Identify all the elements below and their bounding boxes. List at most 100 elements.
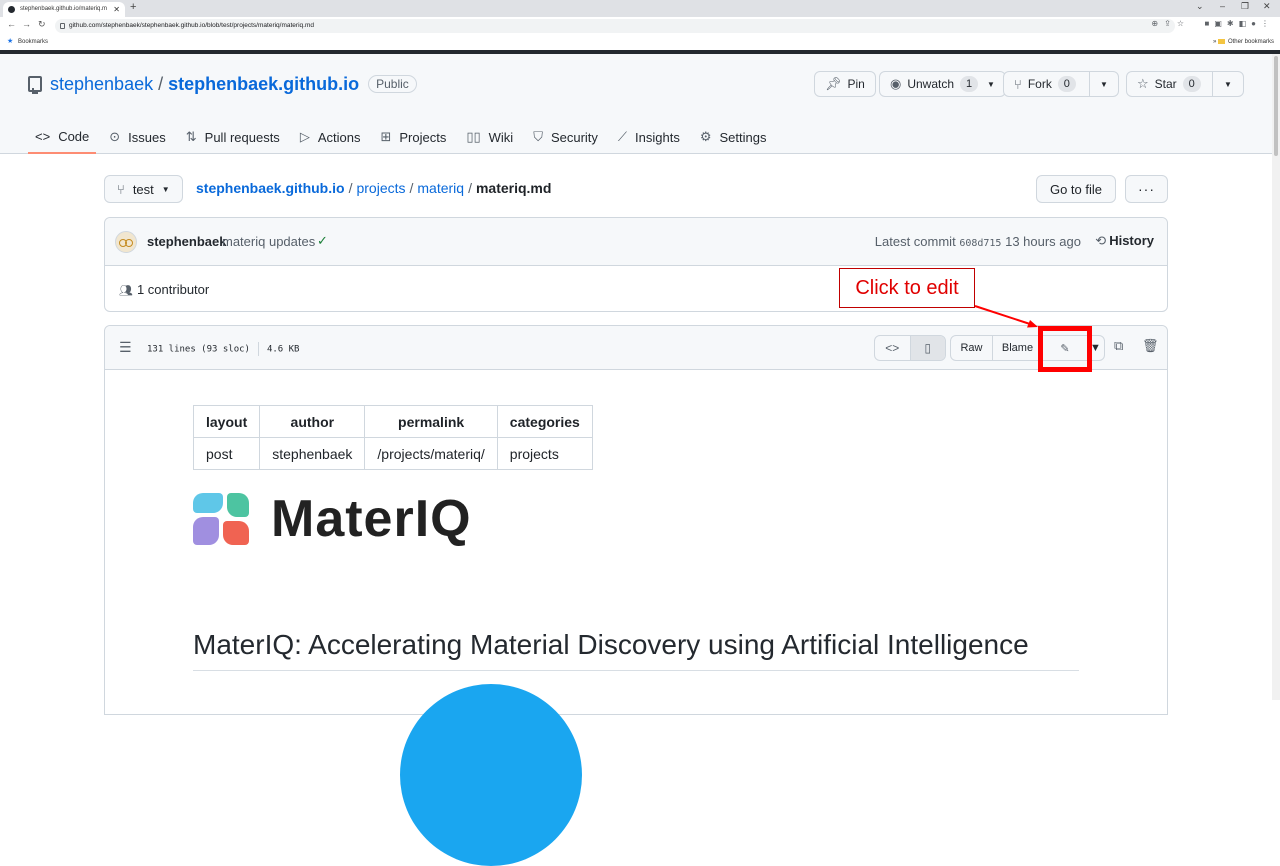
page-scrollbar[interactable] xyxy=(1272,54,1280,700)
crumb-projects[interactable]: projects xyxy=(356,180,405,196)
branch-selector[interactable]: ⑂ test ▼ xyxy=(104,175,183,203)
contributors-link[interactable]: 👥︎ 1 contributor xyxy=(119,282,209,297)
markdown-heading: MaterIQ: Accelerating Material Discovery… xyxy=(193,629,1079,671)
bookmarks-label[interactable]: Bookmarks xyxy=(18,35,48,49)
eye-icon: ◉ xyxy=(890,76,902,91)
tab-strip: stephenbaek.github.io/materiq.m ✕ + ⌄ – … xyxy=(0,0,1280,17)
bookmarks-bar: ★ Bookmarks » Other bookmarks xyxy=(0,35,1280,49)
tab-code[interactable]: <> Code xyxy=(28,120,97,154)
commit-sha[interactable]: 608d715 xyxy=(959,238,1001,249)
reload-icon[interactable]: ↻ xyxy=(38,19,46,30)
unwatch-count: 1 xyxy=(960,76,979,92)
browser-tab[interactable]: stephenbaek.github.io/materiq.m ✕ xyxy=(3,2,125,17)
people-icon: 👥︎ xyxy=(119,285,133,297)
minimize-icon[interactable]: – xyxy=(1220,1,1225,11)
branch-icon: ⑂ xyxy=(117,181,125,197)
book-icon: ▯▯ xyxy=(466,129,481,144)
new-tab-icon[interactable]: + xyxy=(130,1,136,13)
table-icon: ⊞ xyxy=(380,129,392,144)
chevron-down-icon: ▼ xyxy=(987,79,995,89)
line-count: 131 lines (93 sloc) xyxy=(147,344,250,355)
fork-icon: ⑂ xyxy=(1014,76,1022,92)
crumb-repo[interactable]: stephenbaek.github.io xyxy=(196,180,345,196)
visibility-badge: Public xyxy=(368,75,417,93)
pin-button[interactable]: 📌︎ Pin xyxy=(814,71,876,97)
table-header-row: layout author permalink categories xyxy=(192,405,593,438)
back-icon[interactable]: ← xyxy=(7,19,16,29)
fork-label: Fork xyxy=(1027,77,1052,91)
source-view-icon[interactable]: <> xyxy=(875,336,910,360)
address-bar[interactable]: github.com/stephenbaek/stephenbaek.githu… xyxy=(55,19,1175,33)
repo-nav: <> Code ⊙ Issues ⇅ Pull requests ▷ Actions ⊞… xyxy=(28,120,779,154)
avatar[interactable] xyxy=(115,231,137,253)
tab-title: stephenbaek.github.io/materiq.m xyxy=(20,6,108,12)
branch-name: test xyxy=(132,181,154,197)
star-dropdown-button[interactable]: ▼ xyxy=(1212,71,1244,97)
latest-commit-info: Latest commit 608d715 13 hours ago xyxy=(875,234,1081,249)
tab-issues-label: Issues xyxy=(128,129,166,145)
repo-header: stephenbaek / stephenbaek.github.io Publ… xyxy=(0,54,1272,154)
history-link[interactable]: ⟲ History xyxy=(1095,233,1154,249)
star-icon: ☆ xyxy=(1137,76,1149,91)
tab-security[interactable]: ⛉ Security xyxy=(526,120,605,154)
fork-button[interactable]: ⑂ Fork 0 xyxy=(1003,71,1090,97)
bookmark-star-icon: ★ xyxy=(7,38,14,45)
blame-button[interactable]: Blame xyxy=(993,336,1043,360)
tab-insights[interactable]: ⟋ Insights xyxy=(611,120,687,154)
tab-actions-label: Actions xyxy=(317,129,361,145)
crumb-materiq[interactable]: materiq xyxy=(417,180,464,196)
star-count: 0 xyxy=(1182,76,1201,92)
repo-name-link[interactable]: stephenbaek.github.io xyxy=(168,74,359,95)
lock-icon xyxy=(60,23,65,29)
extension-icons[interactable]: ■▣✱◧●⋮ xyxy=(1205,19,1274,28)
restore-icon[interactable]: ❐ xyxy=(1241,1,1249,12)
scrollbar-thumb[interactable] xyxy=(1274,56,1278,156)
file-info: 131 lines (93 sloc) 4.6 KB xyxy=(147,342,299,356)
tab-actions[interactable]: ▷ Actions xyxy=(293,120,368,154)
unwatch-button[interactable]: ◉ Unwatch 1 ▼ xyxy=(879,71,1006,97)
tab-settings[interactable]: ⚙ Settings xyxy=(693,120,774,154)
repo-separator: / xyxy=(158,73,164,94)
logo-text: MaterIQ xyxy=(271,490,472,548)
history-label: History xyxy=(1109,233,1154,248)
raw-button[interactable]: Raw xyxy=(951,336,993,360)
tab-pull-requests[interactable]: ⇅ Pull requests xyxy=(179,120,287,154)
tab-code-label: Code xyxy=(58,128,90,144)
outline-icon[interactable]: ☰ xyxy=(119,339,132,356)
trash-icon[interactable]: 🗑︎ xyxy=(1142,338,1159,354)
tab-search-icon[interactable]: ⌄ xyxy=(1196,1,1204,12)
tab-wiki[interactable]: ▯▯ Wiki xyxy=(459,120,520,154)
code-icon: <> xyxy=(35,128,51,144)
forward-icon[interactable]: → xyxy=(22,19,31,29)
fork-dropdown-button[interactable]: ▼ xyxy=(1089,71,1119,97)
close-window-icon[interactable]: ✕ xyxy=(1263,1,1271,12)
other-bookmarks[interactable]: » Other bookmarks xyxy=(1213,35,1274,49)
graph-icon: ⟋ xyxy=(617,129,628,144)
copy-icon[interactable]: ⧉ xyxy=(1114,338,1123,354)
repo-owner-link[interactable]: stephenbaek xyxy=(50,74,153,95)
breadcrumb: stephenbaek.github.io / projects / materiq / m… xyxy=(196,180,551,196)
close-tab-icon[interactable]: ✕ xyxy=(113,2,120,17)
star-button[interactable]: ☆ Star 0 xyxy=(1126,71,1213,97)
address-row: ← → ↻ github.com/stephenbaek/stephenbaek… xyxy=(0,17,1280,35)
commit-box: stephenbaek materiq updates ✓ Latest com… xyxy=(104,217,1168,312)
fork-count: 0 xyxy=(1057,76,1076,92)
tab-projects[interactable]: ⊞ Projects xyxy=(373,120,453,154)
commit-author[interactable]: stephenbaek xyxy=(147,234,226,249)
more-options-button[interactable]: ··· xyxy=(1125,175,1168,203)
file-header: ☰ 131 lines (93 sloc) 4.6 KB <> ▯ Raw Bla… xyxy=(105,326,1167,370)
tab-settings-label: Settings xyxy=(719,129,767,145)
tab-wiki-label: Wiki xyxy=(488,129,514,145)
go-to-file-button[interactable]: Go to file xyxy=(1035,175,1116,203)
table-header: layout xyxy=(192,405,261,438)
content-image xyxy=(400,684,582,866)
play-icon: ▷ xyxy=(299,129,310,144)
latest-commit-bar: stephenbaek materiq updates ✓ Latest com… xyxy=(105,218,1167,266)
tab-issues[interactable]: ⊙ Issues xyxy=(102,120,172,154)
rendered-view-icon[interactable]: ▯ xyxy=(909,336,945,360)
crumb-separator: / xyxy=(409,180,414,196)
commit-message[interactable]: materiq updates xyxy=(222,234,315,249)
zoom-share-star-icons[interactable]: ⊕⇪☆ xyxy=(1151,19,1190,28)
crumb-filename: materiq.md xyxy=(475,180,552,196)
check-icon[interactable]: ✓ xyxy=(317,233,328,249)
